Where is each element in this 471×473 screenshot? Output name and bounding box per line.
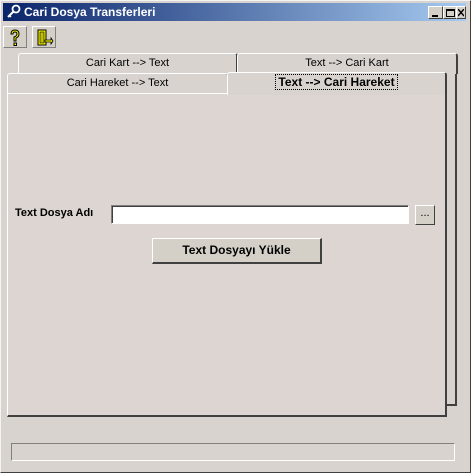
status-bar	[11, 443, 455, 461]
tab-label: Text --> Cari Kart	[305, 57, 389, 69]
file-name-input[interactable]	[111, 205, 409, 224]
title-bar[interactable]: Cari Dosya Transferleri	[3, 3, 466, 21]
window-title: Cari Dosya Transferleri	[24, 5, 156, 19]
tab-label: Cari Kart --> Text	[85, 57, 170, 69]
load-text-file-button[interactable]: Text Dosyayı Yükle	[152, 238, 322, 264]
close-button[interactable]	[456, 6, 466, 19]
tab-label: Text --> Cari Hareket	[275, 74, 398, 90]
tab-text-to-cari-kart[interactable]: Text --> Cari Kart	[237, 53, 458, 74]
key-search-icon	[6, 4, 22, 20]
help-question-icon	[10, 29, 20, 46]
main-window: Cari Dosya Transferleri Cari Kart --> Te…	[0, 0, 471, 473]
tab-cari-hareket-to-text[interactable]: Cari Hareket --> Text	[7, 73, 229, 94]
exit-button[interactable]	[32, 26, 56, 48]
minimize-icon	[432, 15, 438, 17]
browse-button[interactable]: ...	[415, 205, 435, 225]
maximize-icon	[446, 9, 455, 17]
file-name-label: Text Dosya Adı	[15, 207, 94, 219]
help-button[interactable]	[3, 26, 27, 48]
minimize-button[interactable]	[428, 6, 443, 19]
tab-text-to-cari-hareket[interactable]: Text --> Cari Hareket	[227, 72, 447, 95]
exit-door-icon	[37, 29, 54, 46]
tab-cari-kart-to-text[interactable]: Cari Kart --> Text	[18, 53, 238, 74]
close-icon	[458, 9, 464, 17]
tab-label: Cari Hareket --> Text	[66, 77, 169, 89]
